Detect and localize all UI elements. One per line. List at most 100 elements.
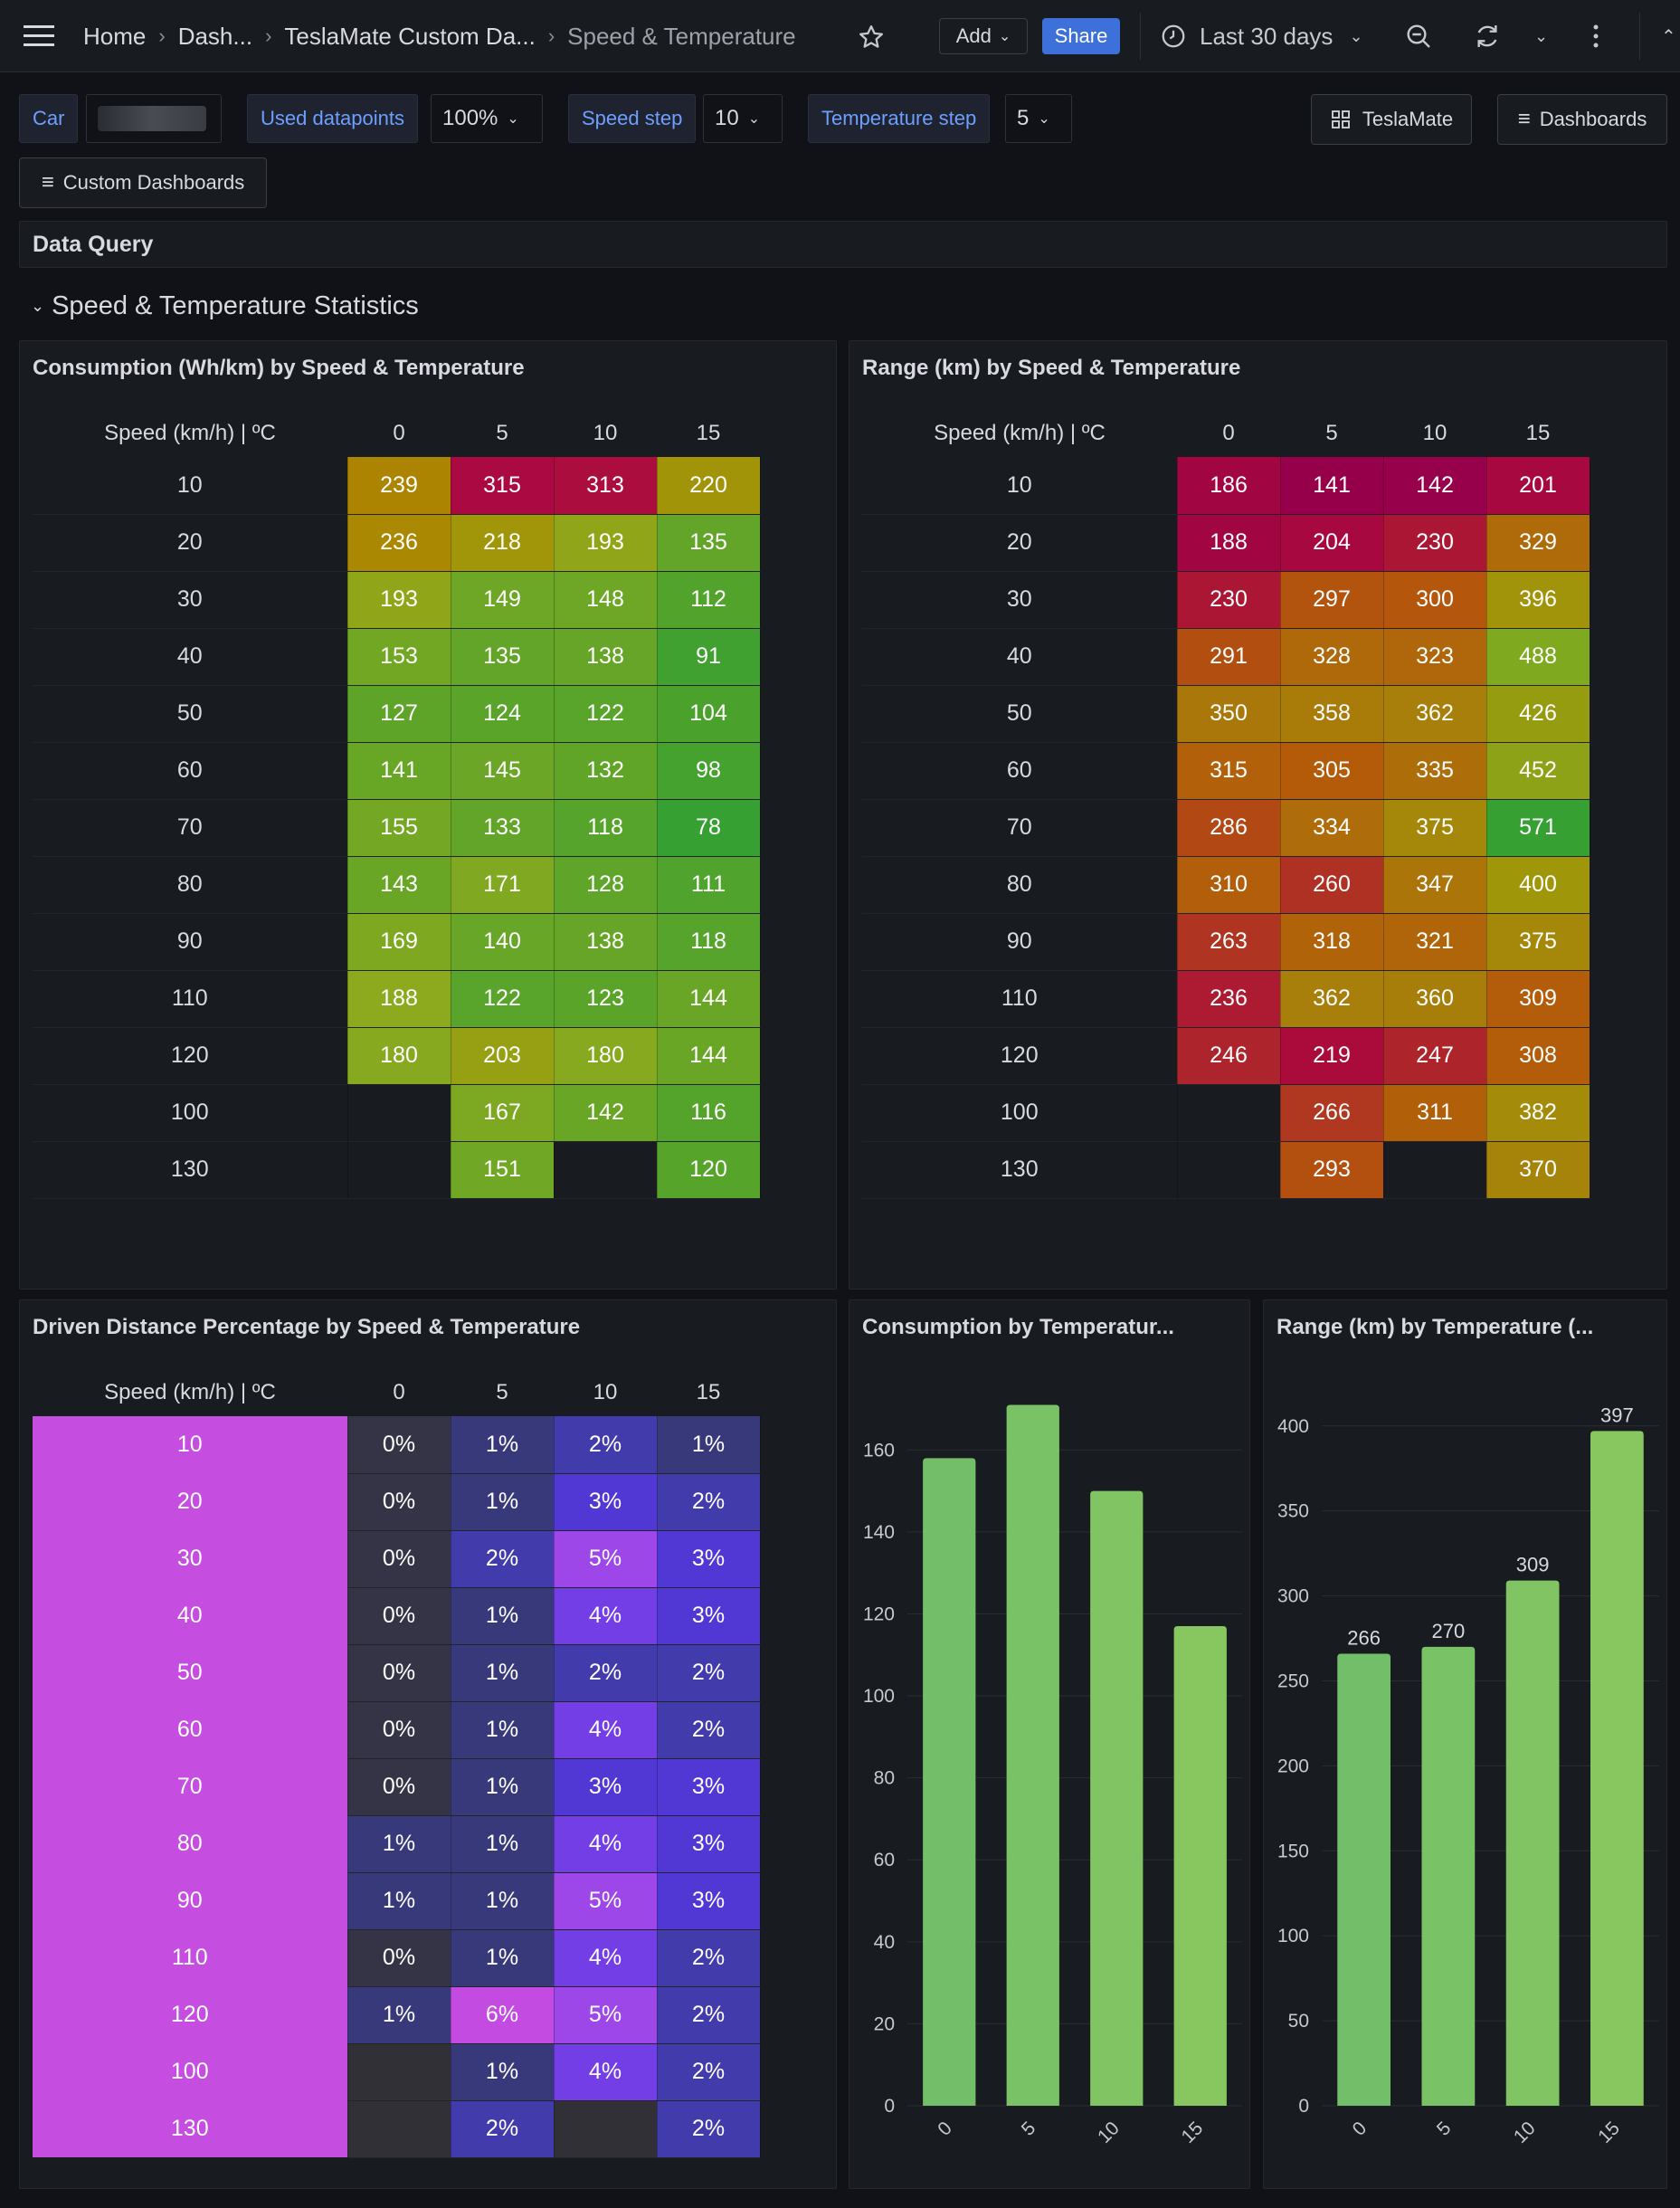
value-cell: 203 bbox=[451, 1027, 555, 1085]
add-button-label: Add bbox=[955, 24, 992, 47]
more-vertical-icon[interactable] bbox=[1592, 20, 1610, 52]
speed-cell: 130 bbox=[33, 1141, 348, 1199]
range-heatmap-table: Speed (km/h) | ºC 0 5 10 15 10 186 141 142 201 20 1… bbox=[862, 410, 1590, 1199]
value-cell bbox=[554, 1141, 658, 1199]
y-tick-label: 160 bbox=[863, 1440, 895, 1461]
value-cell bbox=[1177, 1141, 1281, 1199]
table-row: 100 167 142 116 bbox=[33, 1084, 761, 1142]
breadcrumb-dashboards[interactable]: Dash... bbox=[178, 23, 252, 51]
value-cell: 2% bbox=[657, 1473, 761, 1531]
temperature-header: 10 bbox=[593, 1380, 618, 1404]
value-cell: 218 bbox=[451, 514, 555, 572]
value-cell bbox=[347, 1084, 451, 1142]
value-cell: 230 bbox=[1383, 514, 1487, 572]
x-tick-label: 0 bbox=[934, 2118, 956, 2140]
table-row: 70 286 334 375 571 bbox=[862, 799, 1590, 857]
add-button[interactable]: Add ⌄ bbox=[939, 18, 1028, 54]
data-query-row[interactable]: Data Query bbox=[19, 221, 1667, 268]
value-cell: 145 bbox=[451, 742, 555, 800]
datapoints-select[interactable]: 100% ⌄ bbox=[431, 94, 543, 143]
star-icon[interactable] bbox=[858, 22, 888, 52]
menu-icon[interactable] bbox=[22, 20, 56, 52]
bar bbox=[1421, 1646, 1476, 2106]
bar bbox=[1505, 1580, 1560, 2106]
value-cell: 291 bbox=[1177, 628, 1281, 686]
value-cell: 193 bbox=[347, 571, 451, 629]
speed-cell: 40 bbox=[33, 1587, 348, 1644]
custom-dashboards-link[interactable]: ≡ Custom Dashboards bbox=[19, 157, 267, 208]
range-chart-panel: Range (km) by Temperature (... 0 50 100 150… bbox=[1263, 1299, 1667, 2189]
speed-cell: 130 bbox=[33, 2100, 348, 2157]
temperature-step-select[interactable]: 5 ⌄ bbox=[1005, 94, 1072, 143]
y-tick-label: 100 bbox=[1277, 1926, 1309, 1946]
value-cell: 315 bbox=[451, 457, 555, 515]
value-cell: 370 bbox=[1486, 1141, 1590, 1199]
stats-row-header[interactable]: ⌄ Speed & Temperature Statistics bbox=[31, 288, 419, 324]
value-cell: 193 bbox=[554, 514, 658, 572]
value-cell: 135 bbox=[451, 628, 555, 686]
refresh-interval-chevron-icon[interactable]: ⌄ bbox=[1534, 24, 1554, 49]
value-cell: 143 bbox=[347, 856, 451, 914]
speed-step-label: Speed step bbox=[568, 94, 697, 143]
value-cell: 382 bbox=[1486, 1084, 1590, 1142]
range-bar-chart: 0 50 100 150 200 250 300 350 400 266 0 270 5 309 10 397… bbox=[1277, 1404, 1659, 2147]
value-cell: 153 bbox=[347, 628, 451, 686]
value-cell: 3% bbox=[657, 1815, 761, 1873]
table-row: 100 1% 4% 2% bbox=[33, 2043, 761, 2101]
value-cell: 1% bbox=[451, 1815, 555, 1873]
value-cell: 118 bbox=[657, 913, 761, 971]
value-cell: 2% bbox=[657, 1986, 761, 2044]
value-cell bbox=[1177, 1084, 1281, 1142]
y-tick-label: 300 bbox=[1277, 1586, 1309, 1607]
value-cell: 1% bbox=[347, 1815, 451, 1873]
value-cell: 0% bbox=[347, 1416, 451, 1474]
collapse-chevron-icon[interactable]: ⌃ bbox=[1661, 24, 1680, 49]
time-range-picker[interactable]: Last 30 days ⌄ bbox=[1160, 18, 1363, 54]
bars-icon: ≡ bbox=[41, 170, 54, 195]
panel-title: Driven Distance Percentage by Speed & Te… bbox=[33, 1315, 581, 1339]
speed-cell: 90 bbox=[33, 913, 348, 971]
value-cell: 120 bbox=[657, 1141, 761, 1199]
value-cell: 122 bbox=[451, 970, 555, 1028]
dashboards-link[interactable]: ≡ Dashboards bbox=[1497, 94, 1667, 145]
table-row: 20 0% 1% 3% 2% bbox=[33, 1473, 761, 1531]
speed-cell: 80 bbox=[862, 856, 1178, 914]
clock-icon bbox=[1162, 24, 1185, 48]
bar-value-label: 397 bbox=[1600, 1404, 1634, 1426]
value-cell: 2% bbox=[657, 1929, 761, 1987]
car-select[interactable] bbox=[86, 94, 222, 143]
breadcrumb-folder[interactable]: TeslaMate Custom Da... bbox=[284, 23, 535, 51]
table-row: 50 0% 1% 2% 2% bbox=[33, 1644, 761, 1702]
table-row: 80 310 260 347 400 bbox=[862, 856, 1590, 914]
value-cell: 1% bbox=[451, 1644, 555, 1702]
share-button-label: Share bbox=[1054, 24, 1108, 47]
speed-cell: 130 bbox=[862, 1141, 1178, 1199]
value-cell: 116 bbox=[657, 1084, 761, 1142]
value-cell: 1% bbox=[451, 1416, 555, 1474]
x-tick-label: 5 bbox=[1433, 2118, 1456, 2140]
datapoints-value: 100% bbox=[442, 106, 498, 130]
speed-cell: 10 bbox=[862, 457, 1178, 515]
zoom-out-icon[interactable] bbox=[1404, 20, 1437, 52]
breadcrumb-home[interactable]: Home bbox=[83, 23, 146, 51]
table-row: 30 0% 2% 5% 3% bbox=[33, 1530, 761, 1588]
y-tick-label: 0 bbox=[1298, 2096, 1309, 2117]
value-cell: 236 bbox=[1177, 970, 1281, 1028]
value-cell: 141 bbox=[347, 742, 451, 800]
value-cell: 3% bbox=[657, 1530, 761, 1588]
value-cell: 142 bbox=[554, 1084, 658, 1142]
table-row: 120 1% 6% 5% 2% bbox=[33, 1986, 761, 2044]
value-cell: 186 bbox=[1177, 457, 1281, 515]
car-value-redacted bbox=[98, 106, 206, 131]
refresh-icon[interactable] bbox=[1473, 20, 1505, 52]
value-cell: 360 bbox=[1383, 970, 1487, 1028]
value-cell: 375 bbox=[1486, 913, 1590, 971]
speed-step-select[interactable]: 10 ⌄ bbox=[703, 94, 783, 143]
table-row: 130 293 370 bbox=[862, 1141, 1590, 1199]
share-button[interactable]: Share bbox=[1042, 18, 1120, 54]
teslamate-link[interactable]: TeslaMate bbox=[1311, 94, 1472, 145]
y-tick-label: 20 bbox=[874, 2013, 895, 2034]
value-cell: 260 bbox=[1280, 856, 1384, 914]
table-row: 60 0% 1% 4% 2% bbox=[33, 1701, 761, 1759]
value-cell: 2% bbox=[554, 1644, 658, 1702]
